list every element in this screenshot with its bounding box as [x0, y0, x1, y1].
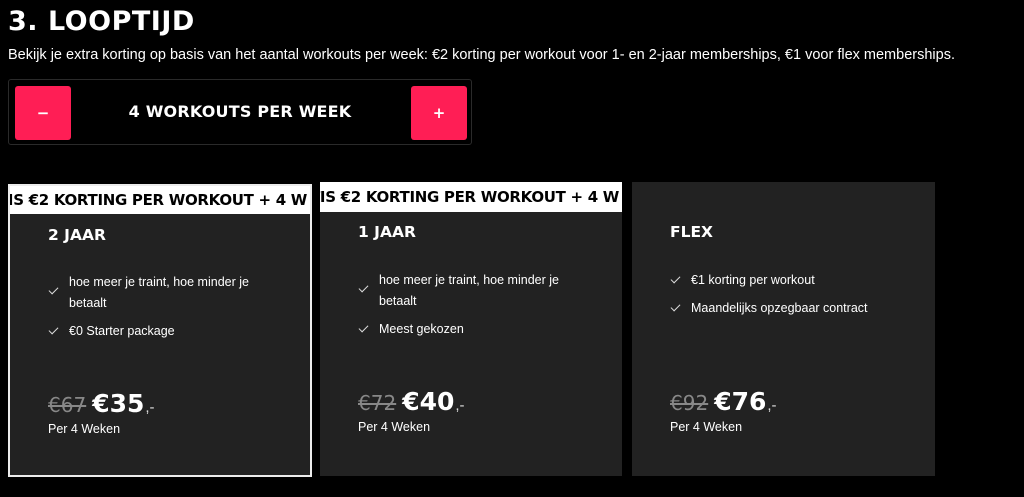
billing-period: Per 4 Weken	[48, 422, 121, 436]
check-icon	[358, 322, 369, 333]
price-row: €67 €35,-	[48, 389, 155, 418]
plan-name: 1 JAAR	[358, 223, 416, 241]
feature-text: Meest gekozen	[379, 322, 464, 336]
discount-banner-text: TIS €2 KORTING PER WORKOUT + 4 W	[10, 191, 308, 209]
billing-period: Per 4 Weken	[670, 420, 743, 434]
feature-text: €1 korting per workout	[691, 273, 815, 287]
feature-item: €1 korting per workout	[669, 270, 899, 291]
feature-item: hoe meer je traint, hoe minder je betaal…	[357, 270, 587, 312]
plan-card-2-jaar[interactable]: TIS €2 KORTING PER WORKOUT + 4 W 2 JAAR …	[8, 184, 312, 477]
feature-text: hoe meer je traint, hoe minder je betaal…	[69, 275, 249, 310]
check-icon	[358, 282, 369, 293]
feature-item: €0 Starter package	[47, 321, 277, 342]
feature-item: Meest gekozen	[357, 319, 587, 340]
feature-list: €1 korting per workout Maandelijks opzeg…	[669, 270, 899, 326]
check-icon	[48, 324, 59, 335]
workouts-stepper: − 4 WORKOUTS PER WEEK +	[8, 79, 472, 145]
discount-banner-text: TIS €2 KORTING PER WORKOUT + 4 W	[320, 188, 620, 206]
price-suffix: ,-	[455, 397, 465, 414]
feature-text: Maandelijks opzegbaar contract	[691, 301, 868, 315]
billing-period: Per 4 Weken	[358, 420, 431, 434]
increase-workouts-button[interactable]: +	[411, 86, 467, 140]
price-row: €92 €76,-	[670, 387, 777, 416]
price-suffix: ,-	[767, 397, 777, 414]
section-title: 3. LOOPTIJD	[8, 6, 195, 37]
old-price: €67	[48, 393, 87, 417]
feature-text: €0 Starter package	[69, 324, 175, 338]
plan-name: FLEX	[670, 223, 714, 241]
price-suffix: ,-	[145, 399, 155, 416]
check-icon	[670, 301, 681, 312]
plan-card-1-jaar[interactable]: TIS €2 KORTING PER WORKOUT + 4 W 1 JAAR …	[320, 182, 622, 476]
section-subtitle: Bekijk je extra korting op basis van het…	[8, 47, 955, 63]
check-icon	[48, 284, 59, 295]
discount-banner: TIS €2 KORTING PER WORKOUT + 4 W	[320, 182, 622, 212]
plan-name: 2 JAAR	[48, 226, 106, 244]
feature-list: hoe meer je traint, hoe minder je betaal…	[47, 272, 277, 349]
price-row: €72 €40,-	[358, 387, 465, 416]
workouts-per-week-value: 4 WORKOUTS PER WEEK	[128, 102, 352, 121]
feature-text: hoe meer je traint, hoe minder je betaal…	[379, 273, 559, 308]
discount-banner: TIS €2 KORTING PER WORKOUT + 4 W	[10, 186, 310, 214]
plan-card-flex[interactable]: FLEX €1 korting per workout Maandelijks …	[632, 182, 935, 476]
new-price: €40	[402, 387, 455, 416]
check-icon	[670, 273, 681, 284]
old-price: €92	[670, 391, 709, 415]
new-price: €35	[92, 389, 145, 418]
feature-item: Maandelijks opzegbaar contract	[669, 298, 899, 319]
feature-item: hoe meer je traint, hoe minder je betaal…	[47, 272, 277, 314]
new-price: €76	[714, 387, 767, 416]
feature-list: hoe meer je traint, hoe minder je betaal…	[357, 270, 587, 347]
old-price: €72	[358, 391, 397, 415]
